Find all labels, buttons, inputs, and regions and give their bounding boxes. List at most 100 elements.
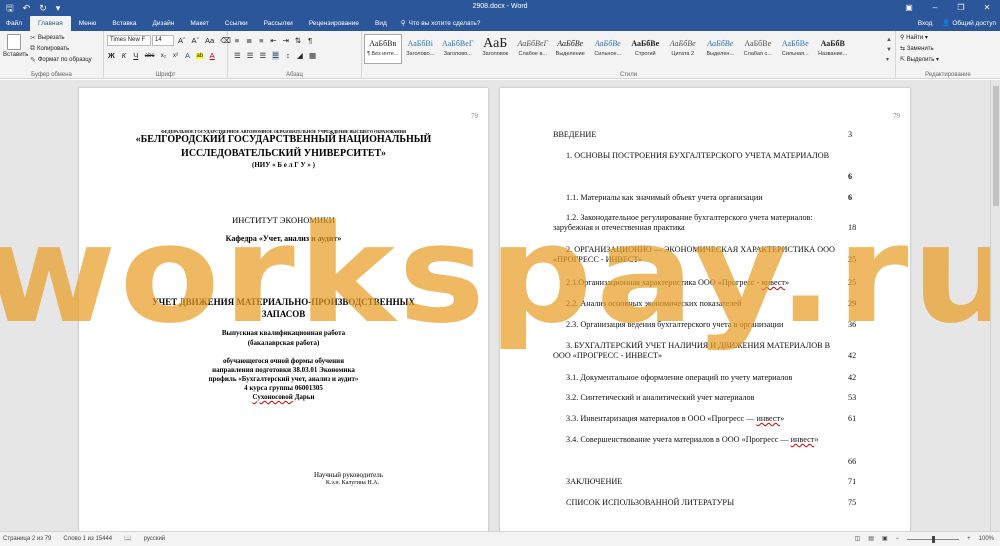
style-card[interactable]: АаБбВ Название...	[814, 34, 852, 64]
proofing-icon[interactable]: 📖	[124, 532, 131, 546]
zoom-level[interactable]: 100%	[979, 532, 994, 546]
font-color-button[interactable]: A	[209, 51, 215, 60]
toc-entry-intro[interactable]: ВВЕДЕНИЕ	[553, 130, 596, 139]
highlight-button[interactable]: ab	[196, 52, 204, 59]
change-case-icon[interactable]: Aa	[205, 36, 214, 45]
document-workspace[interactable]: 79 ФЕДЕРАЛЬНОЕ ГОСУДАРСТВЕННОЕ АВТОНОМНО…	[0, 80, 1000, 531]
toc-entry-ch3-cont[interactable]: ООО «ПРОГРЕСС - ИНВЕСТ»	[553, 351, 662, 360]
align-center-icon[interactable]: ☰	[247, 51, 254, 60]
toc-entry-3-2[interactable]: 3.2. Синтетический и аналитический учет …	[566, 393, 755, 402]
toc-entry-2-1[interactable]: 2.1.Организационная характеристика ООО «…	[566, 278, 789, 287]
line-spacing-icon[interactable]: ↕	[285, 51, 291, 60]
borders-icon[interactable]: ▦	[309, 51, 316, 60]
tab-file[interactable]: Файл	[0, 16, 30, 31]
grow-font-icon[interactable]: Aˆ	[178, 36, 186, 45]
page-count[interactable]: Страница 2 из 79	[3, 532, 51, 546]
tab-insert[interactable]: Вставка	[104, 16, 144, 31]
read-mode-icon[interactable]: ◫	[855, 532, 861, 546]
toc-entry-1-1[interactable]: 1.1. Материалы как значимый объект учета…	[566, 193, 763, 202]
style-card[interactable]: АаБбВеГ Слабое в...	[514, 34, 552, 64]
superscript-button[interactable]: x²	[172, 53, 178, 59]
title-page[interactable]: 79 ФЕДЕРАЛЬНОЕ ГОСУДАРСТВЕННОЕ АВТОНОМНО…	[79, 88, 488, 531]
scrollbar-thumb[interactable]	[993, 86, 999, 206]
tab-design[interactable]: Дизайн	[144, 16, 182, 31]
spelling-error-mark[interactable]: инвест	[756, 414, 780, 423]
align-left-icon[interactable]: ☰	[234, 51, 241, 60]
tab-menu[interactable]: Меню	[71, 16, 105, 31]
style-card[interactable]: АаБ Заголовок	[477, 34, 515, 64]
zoom-slider-knob[interactable]	[932, 535, 936, 543]
toc-entry-references[interactable]: СПИСОК ИСПОЛЬЗОВАННОЙ ЛИТЕРАТУРЫ	[566, 498, 734, 507]
shrink-font-icon[interactable]: Aˇ	[192, 36, 200, 45]
style-card[interactable]: АаБбВе Цитата 2	[664, 34, 702, 64]
style-card[interactable]: АаБбВе Сильная...	[777, 34, 815, 64]
spelling-error-mark[interactable]: инвест	[761, 278, 785, 287]
decrease-indent-icon[interactable]: ⇤	[270, 36, 276, 45]
tell-me-box[interactable]: ⚲ Что вы хотите сделать?	[395, 16, 481, 31]
spelling-error-mark[interactable]: Сухоносовой	[252, 393, 292, 401]
italic-button[interactable]: К	[121, 51, 127, 60]
web-layout-icon[interactable]: ▣	[882, 532, 888, 546]
tab-review[interactable]: Рецензирование	[301, 16, 367, 31]
copy-button[interactable]: ⧉ Копировать	[30, 45, 69, 53]
style-card[interactable]: АаБбВі Заголово...	[402, 34, 440, 64]
language[interactable]: русский	[144, 532, 166, 546]
vertical-scrollbar[interactable]	[990, 80, 1000, 531]
replace-button[interactable]: ⇆ Заменить	[900, 44, 939, 55]
font-name-select[interactable]: Times New F	[107, 35, 151, 46]
style-card[interactable]: АаБбВе Сильное...	[589, 34, 627, 64]
word-count[interactable]: Слово 1 из 15444	[63, 532, 112, 546]
justify-icon[interactable]: ☰	[272, 51, 279, 60]
toc-entry-ch2[interactable]: 2. ОРГАНИЗАЦИОННО — ЭКОНОМИЧЕСКАЯ ХАРАКТ…	[566, 245, 835, 254]
style-card[interactable]: АаБбВе Выделен...	[702, 34, 740, 64]
underline-button[interactable]: Ч	[133, 51, 139, 60]
toc-entry-3-4[interactable]: 3.4. Совершенствование учета материалов …	[566, 435, 818, 444]
toc-entry-1-2-cont[interactable]: зарубежная и отечественная практика	[553, 223, 685, 232]
toc-entry-3-3[interactable]: 3.3. Инвентаризация материалов в ООО «Пр…	[566, 414, 784, 423]
print-layout-icon[interactable]: ▤	[868, 532, 874, 546]
toc-entry-ch2-cont[interactable]: «ПРОГРЕСС - ИНВЕСТ»	[553, 255, 642, 264]
styles-more-icon[interactable]: ▾	[886, 55, 892, 65]
toc-entry-ch3[interactable]: 3. БУХГАЛТЕРСКИЙ УЧЕТ НАЛИЧИЯ И ДВИЖЕНИЯ…	[566, 341, 830, 350]
share-button[interactable]: 👤 Общий доступ	[942, 16, 996, 31]
tab-home[interactable]: Главная	[29, 16, 71, 31]
minimize-icon[interactable]: –	[922, 0, 948, 16]
contents-page[interactable]: 79 ВВЕДЕНИЕ 3 1. ОСНОВЫ ПОСТРОЕНИЯ БУХГА…	[500, 88, 910, 531]
find-button[interactable]: ⚲ Найти ▾	[900, 33, 939, 44]
ribbon-display-icon[interactable]: ▣	[896, 0, 922, 16]
shading-icon[interactable]: ◢	[297, 51, 303, 60]
align-right-icon[interactable]: ☰	[259, 51, 266, 60]
tab-references[interactable]: Ссылки	[217, 16, 256, 31]
text-effects-button[interactable]: A	[184, 51, 190, 60]
sort-icon[interactable]: ⇅	[295, 36, 301, 45]
styles-up-icon[interactable]: ▲	[886, 35, 892, 45]
maximize-icon[interactable]: ❐	[948, 0, 974, 16]
spelling-error-mark[interactable]: инвест	[791, 435, 815, 444]
toc-entry-ch1[interactable]: 1. ОСНОВЫ ПОСТРОЕНИЯ БУХГАЛТЕРСКОГО УЧЕТ…	[566, 151, 829, 160]
numbering-icon[interactable]: ≣	[246, 36, 252, 45]
style-card[interactable]: АаБбВе Слабая с...	[739, 34, 777, 64]
tab-view[interactable]: Вид	[367, 16, 395, 31]
format-painter-button[interactable]: ✎ Формат по образцу	[30, 56, 92, 64]
select-button[interactable]: ⇱ Выделить ▾	[900, 55, 939, 66]
toc-entry-2-3[interactable]: 2.3. Организация ведения бухгалтерского …	[566, 320, 783, 329]
sign-in-link[interactable]: Вход	[918, 16, 933, 31]
style-card[interactable]: АаБбВеГ Заголово...	[439, 34, 477, 64]
style-card[interactable]: АаБбВе Строгий	[627, 34, 665, 64]
bullets-icon[interactable]: ≡	[234, 36, 240, 45]
toc-entry-3-1[interactable]: 3.1. Документальное оформление операций …	[566, 373, 792, 382]
tab-layout[interactable]: Макет	[182, 16, 216, 31]
strikethrough-button[interactable]: abc	[145, 53, 155, 59]
increase-indent-icon[interactable]: ⇥	[283, 36, 289, 45]
bold-button[interactable]: Ж	[108, 51, 115, 60]
zoom-out-button[interactable]: −	[896, 532, 900, 546]
close-icon[interactable]: ✕	[974, 0, 1000, 16]
toc-entry-2-2[interactable]: 2.2. Анализ основных экономических показ…	[566, 299, 741, 308]
pilcrow-icon[interactable]: ¶	[307, 36, 313, 45]
toc-entry-1-2[interactable]: 1.2. Законодательное регулирование бухга…	[566, 213, 813, 222]
paste-button[interactable]: Вставить	[3, 34, 28, 58]
subscript-button[interactable]: x₂	[160, 53, 166, 59]
style-card[interactable]: АаБбВв ¶ Без инте...	[364, 34, 402, 64]
toc-entry-conclusion[interactable]: ЗАКЛЮЧЕНИЕ	[566, 477, 622, 486]
zoom-slider[interactable]	[907, 535, 960, 543]
